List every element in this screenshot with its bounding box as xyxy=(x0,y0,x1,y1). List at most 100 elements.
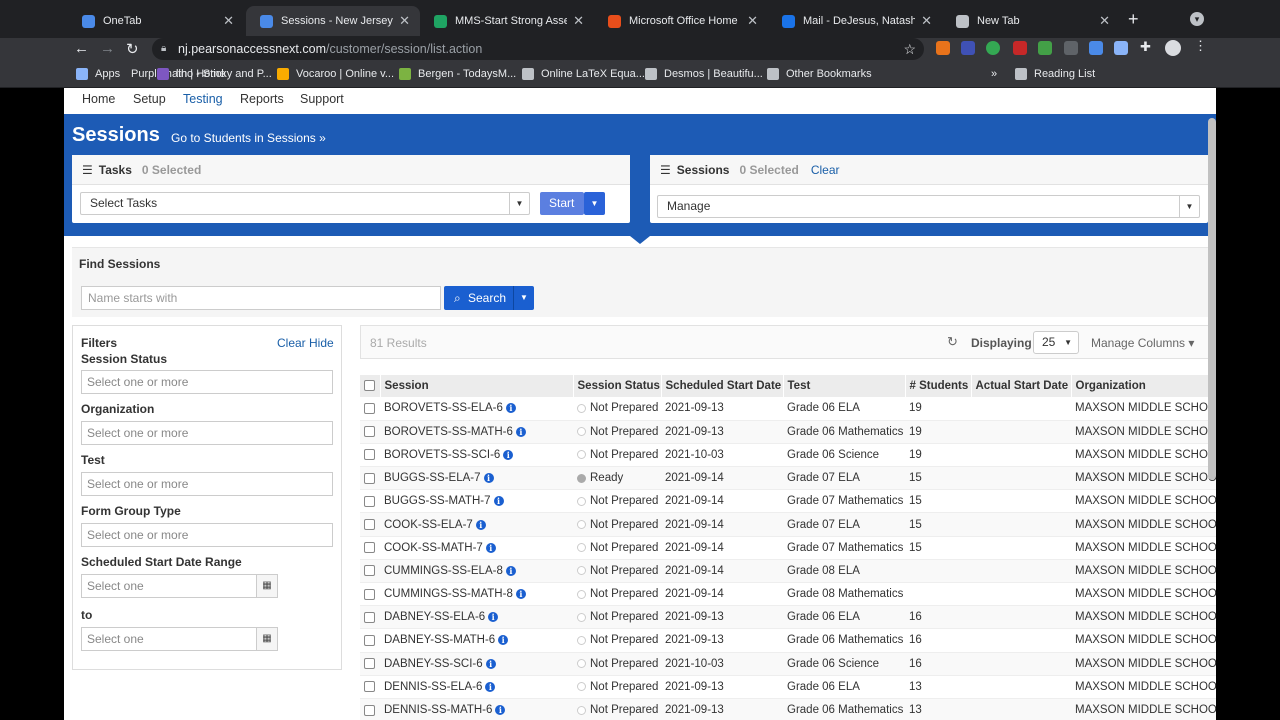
address-bar[interactable]: 🔒︎ nj.pearsonaccessnext.com/customer/ses… xyxy=(152,38,924,60)
filters-hide-link[interactable]: Hide xyxy=(309,336,334,350)
close-tab-icon[interactable]: ✕ xyxy=(223,13,234,29)
close-tab-icon[interactable]: ✕ xyxy=(573,13,584,29)
page-size-select[interactable]: 25 ▼ xyxy=(1033,331,1079,354)
nav-setup[interactable]: Setup xyxy=(133,92,166,106)
browser-tab[interactable]: OneTab ✕ xyxy=(68,6,244,36)
table-row[interactable]: BOROVETS-SS-MATH-6 i Not Prepared 2021-09-1… xyxy=(360,420,1216,444)
nav-reports[interactable]: Reports xyxy=(240,92,284,106)
puzzle-icon[interactable]: ✚ xyxy=(1140,39,1154,54)
extension-icon[interactable] xyxy=(936,41,950,55)
extension-icon[interactable] xyxy=(1114,41,1128,55)
table-row[interactable]: BUGGS-SS-MATH-7 i Not Prepared 2021-09-14 Gr… xyxy=(360,489,1216,514)
table-cell[interactable]: DABNEY-SS-ELA-6 i xyxy=(380,605,573,630)
row-checkbox[interactable] xyxy=(364,588,375,600)
row-checkbox[interactable] xyxy=(364,634,375,646)
table-cell[interactable]: COOK-SS-MATH-7 i xyxy=(380,536,573,560)
table-row[interactable]: CUMMINGS-SS-MATH-8 i Not Prepared 2021-09-1… xyxy=(360,582,1216,607)
test-select[interactable]: Select one or more xyxy=(81,472,333,496)
column-header[interactable]: Session xyxy=(380,375,574,397)
table-cell[interactable]: BUGGS-SS-ELA-7 i xyxy=(380,466,573,491)
info-icon[interactable]: i xyxy=(488,612,499,623)
session-name-link[interactable]: BOROVETS-SS-ELA-6 xyxy=(384,402,503,414)
tab-search-icon[interactable]: ▾ xyxy=(1190,12,1204,26)
table-cell[interactable]: BUGGS-SS-MATH-7 i xyxy=(380,489,573,514)
extension-icon[interactable] xyxy=(961,41,975,55)
table-cell[interactable]: DENNIS-SS-ELA-6 i xyxy=(380,675,573,699)
table-cell[interactable]: BOROVETS-SS-ELA-6 i xyxy=(380,397,573,421)
start-dropdown-toggle[interactable]: ▼ xyxy=(584,192,605,215)
bookmark-item[interactable]: Reading List xyxy=(1015,68,1095,80)
table-cell[interactable]: CUMMINGS-SS-MATH-8 i xyxy=(380,582,573,607)
column-header[interactable]: # Students xyxy=(905,375,972,397)
session-status-select[interactable]: Select one or more xyxy=(81,370,333,394)
close-tab-icon[interactable]: ✕ xyxy=(399,13,410,29)
info-icon[interactable]: i xyxy=(505,565,516,576)
row-checkbox[interactable] xyxy=(364,519,375,530)
end-date-input[interactable]: Select one ▦ xyxy=(81,627,278,651)
column-header[interactable]: Test xyxy=(783,375,906,397)
session-name-link[interactable]: DENNIS-SS-MATH-6 xyxy=(384,704,492,716)
bookmark-item[interactable]: Bergen - TodaysM... xyxy=(399,68,516,80)
table-row[interactable]: COOK-SS-MATH-7 i Not Prepared 2021-09-14 Gra… xyxy=(360,536,1216,560)
table-cell[interactable]: COOK-SS-ELA-7 i xyxy=(380,512,573,537)
session-name-link[interactable]: BOROVETS-SS-MATH-6 xyxy=(384,426,513,438)
info-icon[interactable]: i xyxy=(483,473,494,484)
start-button[interactable]: Start xyxy=(540,192,584,215)
filters-clear-link[interactable]: Clear xyxy=(277,336,306,350)
forward-icon[interactable]: → xyxy=(100,40,115,57)
close-tab-icon[interactable]: ✕ xyxy=(921,13,932,29)
session-name-link[interactable]: BUGGS-SS-MATH-7 xyxy=(384,495,491,507)
close-tab-icon[interactable]: ✕ xyxy=(747,13,758,29)
refresh-icon[interactable]: ↻ xyxy=(947,334,958,350)
row-checkbox[interactable] xyxy=(364,542,375,554)
manage-columns-dropdown[interactable]: Manage Columns ▾ xyxy=(1091,336,1194,350)
page-scrollbar[interactable] xyxy=(1208,118,1216,480)
table-cell[interactable]: DABNEY-SS-MATH-6 i xyxy=(380,628,573,653)
sessions-clear-link[interactable]: Clear xyxy=(811,163,840,177)
session-name-link[interactable]: COOK-SS-ELA-7 xyxy=(384,519,473,531)
nav-testing[interactable]: Testing xyxy=(183,92,223,106)
start-date-input[interactable]: Select one ▦ xyxy=(81,574,278,598)
nav-home[interactable]: Home xyxy=(82,92,115,106)
row-checkbox[interactable] xyxy=(364,402,375,414)
calendar-icon[interactable]: ▦ xyxy=(256,575,277,597)
column-header[interactable]: Scheduled Start Date xyxy=(661,375,784,397)
row-checkbox[interactable] xyxy=(364,472,375,484)
table-row[interactable]: BOROVETS-SS-ELA-6 i Not Prepared 2021-09-13… xyxy=(360,397,1216,421)
column-header[interactable]: Actual Start Date xyxy=(971,375,1072,397)
bookmark-item[interactable]: Desmos | Beautifu... xyxy=(645,68,763,80)
extension-icon[interactable] xyxy=(1038,41,1052,55)
select-tasks-dropdown[interactable]: Select Tasks ▼ xyxy=(80,192,530,215)
session-name-link[interactable]: DENNIS-SS-ELA-6 xyxy=(384,681,482,693)
table-row[interactable]: DABNEY-SS-MATH-6 i Not Prepared 2021-09-13 G… xyxy=(360,628,1216,653)
browser-tab[interactable]: Microsoft Office Home ✕ xyxy=(594,6,768,36)
table-row[interactable]: BUGGS-SS-ELA-7 i Ready 2021-09-14 Grade 07 E… xyxy=(360,466,1216,491)
bookmark-item[interactable]: Apps xyxy=(76,68,120,80)
nav-support[interactable]: Support xyxy=(300,92,344,106)
info-icon[interactable]: i xyxy=(498,635,509,646)
session-name-link[interactable]: DABNEY-SS-ELA-6 xyxy=(384,611,485,623)
reload-icon[interactable]: ↻ xyxy=(126,40,139,58)
info-icon[interactable]: i xyxy=(485,681,496,692)
row-checkbox[interactable] xyxy=(364,495,375,507)
info-icon[interactable]: i xyxy=(495,705,506,715)
row-checkbox[interactable] xyxy=(364,658,375,670)
more-bookmarks-icon[interactable]: » xyxy=(991,68,997,80)
column-header[interactable]: Organization xyxy=(1071,375,1216,397)
table-row[interactable]: BOROVETS-SS-SCI-6 i Not Prepared 2021-10-03… xyxy=(360,443,1216,468)
browser-tab[interactable]: Mail - DeJesus, Natasha - (✕ xyxy=(768,6,942,36)
bookmark-star-icon[interactable]: ☆ xyxy=(903,38,916,60)
table-cell[interactable]: BOROVETS-SS-MATH-6 i xyxy=(380,420,573,444)
row-checkbox[interactable] xyxy=(364,426,375,438)
table-cell[interactable]: CUMMINGS-SS-ELA-8 i xyxy=(380,559,573,584)
session-name-link[interactable]: DABNEY-SS-MATH-6 xyxy=(384,634,495,646)
browser-tab[interactable]: MMS-Start Strong Assessm ✕ xyxy=(420,6,594,36)
select-all-checkbox[interactable] xyxy=(364,380,375,392)
browser-tab[interactable]: Sessions - New Jersey Ass ✕ xyxy=(246,6,420,36)
close-tab-icon[interactable]: ✕ xyxy=(1099,13,1110,29)
info-icon[interactable]: i xyxy=(505,403,516,414)
table-cell[interactable]: DENNIS-SS-MATH-6 i xyxy=(380,698,573,720)
form-group-type-select[interactable]: Select one or more xyxy=(81,523,333,547)
info-icon[interactable]: i xyxy=(503,449,514,460)
extension-icon[interactable] xyxy=(986,41,1000,55)
